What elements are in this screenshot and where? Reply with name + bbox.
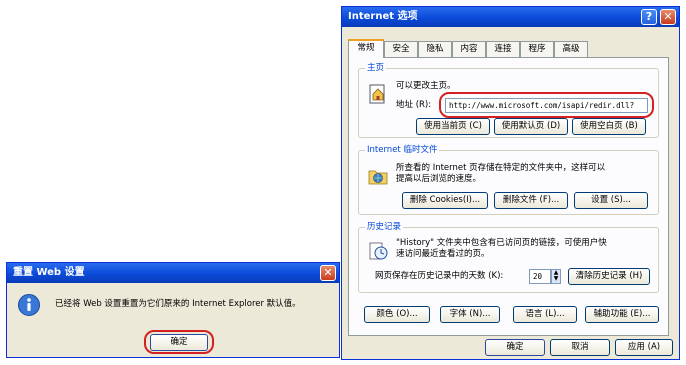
languages-button[interactable]: 语言 (L)... — [513, 306, 577, 323]
help-icon[interactable]: ? — [641, 9, 657, 25]
home-page-group: 主页 可以更改主页。 地址 (R): http://www.microsoft.… — [358, 62, 659, 138]
history-group-label: 历史记录 — [365, 221, 404, 233]
reset-ok-button[interactable]: 确定 — [150, 334, 208, 351]
colors-button[interactable]: 颜色 (O)... — [364, 306, 430, 323]
settings-button[interactable]: 设置 (S)... — [574, 192, 648, 209]
tab-privacy[interactable]: 隐私 — [418, 41, 452, 57]
tab-general[interactable]: 常规 — [348, 39, 384, 58]
delete-files-button[interactable]: 删除文件 (F)... — [494, 192, 568, 209]
clear-history-button[interactable]: 清除历史记录 (H) — [568, 268, 650, 285]
home-description: 可以更改主页。 — [396, 81, 456, 91]
temp-files-description-2: 提高以后浏览的速度。 — [396, 174, 482, 184]
info-icon — [18, 294, 40, 316]
delete-cookies-button[interactable]: 删除 Cookies(I)... — [402, 192, 488, 209]
reset-dialog-titlebar[interactable]: 重置 Web 设置 ✕ — [7, 263, 339, 283]
history-icon — [369, 242, 388, 260]
temp-files-group-label: Internet 临时文件 — [365, 144, 440, 156]
history-days-label: 网页保存在历史记录中的天数 (K): — [375, 271, 504, 281]
use-blank-button[interactable]: 使用空白页 (B) — [572, 118, 646, 135]
temp-files-icon — [368, 170, 388, 185]
reset-web-settings-dialog: 重置 Web 设置 ✕ 已经将 Web 设置重置为它们原来的 Internet … — [6, 262, 340, 358]
tab-content[interactable]: 内容 — [452, 41, 486, 57]
tab-connections[interactable]: 连接 — [486, 41, 520, 57]
history-days-field[interactable]: 20 — [529, 269, 551, 284]
cancel-button[interactable]: 取消 — [550, 339, 610, 356]
history-description-1: "History" 文件夹中包含有已访问页的链接，可使用户快 — [396, 238, 607, 248]
use-default-button[interactable]: 使用默认页 (D) — [494, 118, 568, 135]
address-highlight-ring — [439, 92, 654, 118]
general-tab-panel: 主页 可以更改主页。 地址 (R): http://www.microsoft.… — [348, 57, 669, 336]
internet-options-titlebar[interactable]: Internet 选项 ? ✕ — [342, 7, 679, 27]
history-group: 历史记录 "History" 文件夹中包含有已访问页的链接，可使用户快 速访问最… — [358, 221, 659, 293]
address-label: 地址 (R): — [396, 100, 432, 110]
close-icon[interactable]: ✕ — [320, 265, 336, 281]
close-icon[interactable]: ✕ — [660, 9, 676, 25]
tab-security[interactable]: 安全 — [384, 41, 418, 57]
use-current-button[interactable]: 使用当前页 (C) — [416, 118, 490, 135]
window-title: Internet 选项 — [348, 11, 418, 22]
tab-advanced[interactable]: 高级 — [554, 41, 588, 57]
temp-files-description-1: 所查看的 Internet 页存储在特定的文件夹中，这样可以 — [396, 163, 606, 173]
fonts-button[interactable]: 字体 (N)... — [440, 306, 500, 323]
history-days-spinner[interactable]: ▲ ▼ — [551, 269, 561, 284]
internet-options-window: Internet 选项 ? ✕ 常规 安全 隐私 内容 连接 程序 高级 主页 … — [341, 6, 680, 360]
temp-files-group: Internet 临时文件 所查看的 Internet 页存储在特定的文件夹中，… — [358, 144, 659, 215]
tab-programs[interactable]: 程序 — [520, 41, 554, 57]
reset-dialog-title: 重置 Web 设置 — [13, 267, 85, 278]
home-group-label: 主页 — [365, 62, 387, 74]
accessibility-button[interactable]: 辅助功能 (E)... — [585, 306, 659, 323]
ok-button[interactable]: 确定 — [485, 339, 545, 356]
reset-dialog-message: 已经将 Web 设置重置为它们原来的 Internet Explorer 默认值… — [55, 299, 301, 309]
history-description-2: 速访问最近查看过的页。 — [396, 249, 490, 259]
home-page-icon — [369, 84, 385, 104]
apply-button[interactable]: 应用 (A) — [615, 339, 673, 356]
